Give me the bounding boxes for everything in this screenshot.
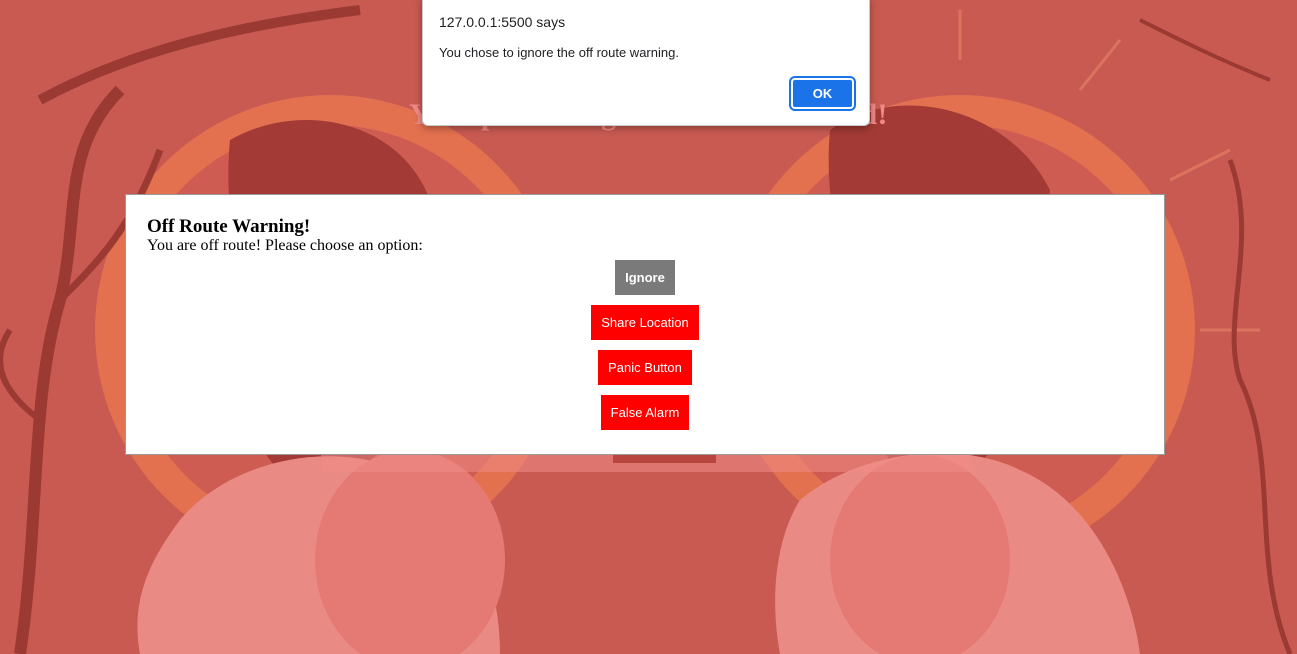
browser-alert-dialog: 127.0.0.1:5500 says You chose to ignore … [422,0,870,126]
app-page: Your personal guardian on the road! Off … [0,0,1297,654]
modal-message: You are off route! Please choose an opti… [147,237,423,254]
alert-message: You chose to ignore the off route warnin… [439,45,679,60]
alert-ok-button[interactable]: OK [789,76,856,111]
modal-actions: Ignore Share Location Panic Button False… [126,260,1164,440]
modal-title: Off Route Warning! [147,216,311,237]
alert-origin: 127.0.0.1:5500 says [439,14,566,30]
panic-button[interactable]: Panic Button [598,350,692,385]
false-alarm-button[interactable]: False Alarm [600,395,690,430]
share-location-button[interactable]: Share Location [591,305,699,340]
off-route-modal: Off Route Warning! You are off route! Pl… [125,194,1165,455]
ignore-button[interactable]: Ignore [615,260,675,295]
